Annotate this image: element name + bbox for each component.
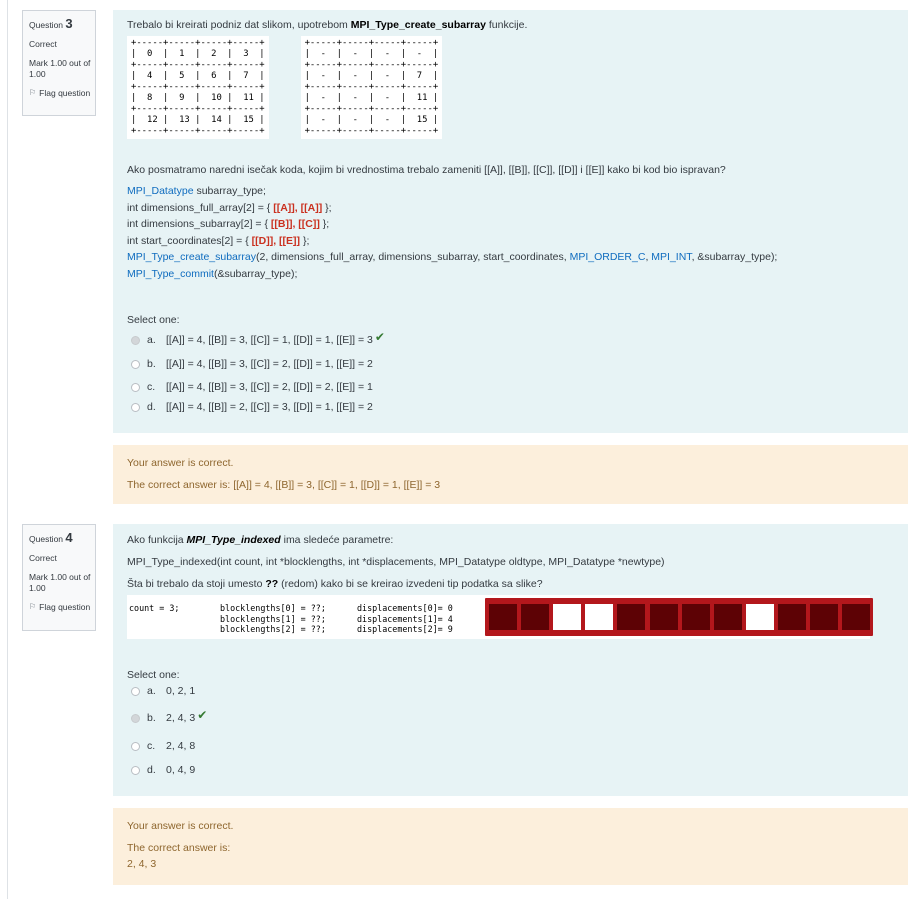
empty-block: [745, 604, 774, 630]
flag-label: Flag question: [39, 88, 91, 99]
answer-option-d[interactable]: d. 0, 4, 9: [131, 764, 195, 776]
answer-option-a[interactable]: a. 0, 2, 1: [131, 685, 195, 697]
code-count: count = 3;: [129, 603, 180, 613]
question-number: Question 4: [29, 530, 73, 545]
question-prompt: Šta bi trebalo da stoji umesto ?? (redom…: [127, 578, 543, 590]
question-info-q3: Question 3 Correct Mark 1.00 out of 1.00…: [22, 10, 96, 116]
code-displacements: displacements[0]= 0 displacements[1]= 4 …: [357, 603, 453, 634]
option-text: 0, 4, 9: [166, 764, 196, 776]
radio-button[interactable]: [131, 359, 140, 369]
select-one-label: Select one:: [127, 669, 180, 681]
code-link[interactable]: MPI_Datatype: [127, 185, 194, 197]
code-link[interactable]: MPI_Type_commit: [127, 268, 214, 280]
select-one-label: Select one:: [127, 314, 180, 326]
option-text: [[A]] = 4, [[B]] = 3, [[C]] = 1, [[D]] =…: [166, 334, 373, 346]
question-content-q4: Ako funkcija MPI_Type_indexed ima sledeć…: [113, 524, 908, 796]
option-letter: c.: [147, 740, 156, 752]
filled-block: [649, 604, 678, 630]
radio-button[interactable]: [131, 765, 140, 775]
radio-button[interactable]: [131, 686, 140, 696]
answer-option-a[interactable]: a. [[A]] = 4, [[B]] = 3, [[C]] = 1, [[D]…: [131, 330, 385, 347]
memory-blocks-diagram: [485, 598, 873, 636]
feedback-message: Your answer is correct.: [127, 820, 234, 832]
answer-option-b[interactable]: b. 2, 4, 3 ✔: [131, 708, 208, 725]
code-link[interactable]: MPI_ORDER_C: [570, 251, 646, 263]
subarray-grid: +-----+-----+-----+-----+ | - | - | - | …: [300, 36, 443, 139]
radio-button[interactable]: [131, 335, 140, 345]
function-signature: MPI_Type_indexed(int count, int *blockle…: [127, 556, 665, 568]
correct-check-icon: ✔: [374, 330, 385, 344]
feedback-message: Your answer is correct.: [127, 457, 234, 469]
filled-block: [681, 604, 710, 630]
empty-block: [553, 604, 582, 630]
flag-question-link[interactable]: ⚐ Flag question: [29, 88, 95, 99]
code-blocklengths: blocklengths[0] = ??; blocklengths[1] = …: [220, 603, 326, 634]
filled-block: [617, 604, 646, 630]
radio-button[interactable]: [131, 402, 140, 412]
option-text: 2, 4, 8: [166, 740, 196, 752]
option-letter: a.: [147, 334, 156, 346]
answer-option-c[interactable]: c. 2, 4, 8: [131, 740, 195, 752]
subarray-figure: +-----+-----+-----+-----+ | 0 | 1 | 2 | …: [127, 36, 443, 139]
question-state: Correct: [29, 38, 57, 49]
page-left-border: [7, 0, 8, 899]
filled-block: [842, 604, 871, 630]
correct-check-icon: ✔: [197, 708, 208, 722]
feedback-q4: Your answer is correct. The correct answ…: [113, 808, 908, 885]
flag-question-link[interactable]: ⚐ Flag question: [29, 602, 95, 613]
full-array-grid: +-----+-----+-----+-----+ | 0 | 1 | 2 | …: [127, 36, 269, 139]
radio-button[interactable]: [131, 713, 140, 723]
feedback-q3: Your answer is correct. The correct answ…: [113, 445, 908, 504]
option-letter: b.: [147, 712, 156, 724]
correct-answer-label: The correct answer is:: [127, 842, 231, 854]
filled-block: [489, 604, 517, 630]
code-link[interactable]: MPI_Type_create_subarray: [127, 251, 256, 263]
option-text: [[A]] = 4, [[B]] = 2, [[C]] = 3, [[D]] =…: [166, 401, 373, 413]
filled-block: [521, 604, 550, 630]
question-info-q4: Question 4 Correct Mark 1.00 out of 1.00…: [22, 524, 96, 631]
option-letter: b.: [147, 358, 156, 370]
filled-block: [777, 604, 806, 630]
filled-block: [810, 604, 838, 630]
question-prompt: Ako posmatramo naredni isečak koda, koji…: [127, 164, 726, 176]
option-letter: a.: [147, 685, 156, 697]
question-state: Correct: [29, 552, 57, 563]
correct-answer: The correct answer is: [[A]] = 4, [[B]] …: [127, 479, 441, 491]
radio-button[interactable]: [131, 382, 140, 392]
question-number: Question 3: [29, 16, 73, 31]
code-link[interactable]: MPI_INT: [651, 251, 691, 263]
answer-option-b[interactable]: b. [[A]] = 4, [[B]] = 3, [[C]] = 2, [[D]…: [131, 358, 373, 370]
question-mark: Mark 1.00 out of 1.00: [29, 57, 91, 79]
indexed-type-figure: count = 3; blocklengths[0] = ??; blockle…: [127, 595, 873, 639]
question-text: Trebalo bi kreirati podniz dat slikom, u…: [127, 19, 528, 31]
flag-icon: ⚐: [29, 88, 37, 98]
option-text: [[A]] = 4, [[B]] = 3, [[C]] = 2, [[D]] =…: [166, 381, 373, 393]
question-text: Ako funkcija MPI_Type_indexed ima sledeć…: [127, 534, 394, 546]
option-text: [[A]] = 4, [[B]] = 3, [[C]] = 2, [[D]] =…: [166, 358, 373, 370]
correct-answer: 2, 4, 3: [127, 858, 157, 870]
option-letter: c.: [147, 381, 156, 393]
answer-option-d[interactable]: d. [[A]] = 4, [[B]] = 2, [[C]] = 3, [[D]…: [131, 401, 373, 413]
question-content-q3: Trebalo bi kreirati podniz dat slikom, u…: [113, 10, 908, 433]
filled-block: [713, 604, 742, 630]
radio-button[interactable]: [131, 741, 140, 751]
option-text: 0, 2, 1: [166, 685, 196, 697]
empty-block: [585, 604, 614, 630]
option-letter: d.: [147, 764, 156, 776]
question-mark: Mark 1.00 out of 1.00: [29, 571, 91, 593]
flag-label: Flag question: [39, 602, 91, 613]
flag-icon: ⚐: [29, 602, 37, 612]
option-letter: d.: [147, 401, 156, 413]
code-snippet: MPI_Datatype subarray_type; int dimensio…: [127, 185, 778, 280]
option-text: 2, 4, 3: [166, 712, 196, 724]
answer-option-c[interactable]: c. [[A]] = 4, [[B]] = 3, [[C]] = 2, [[D]…: [131, 381, 373, 393]
